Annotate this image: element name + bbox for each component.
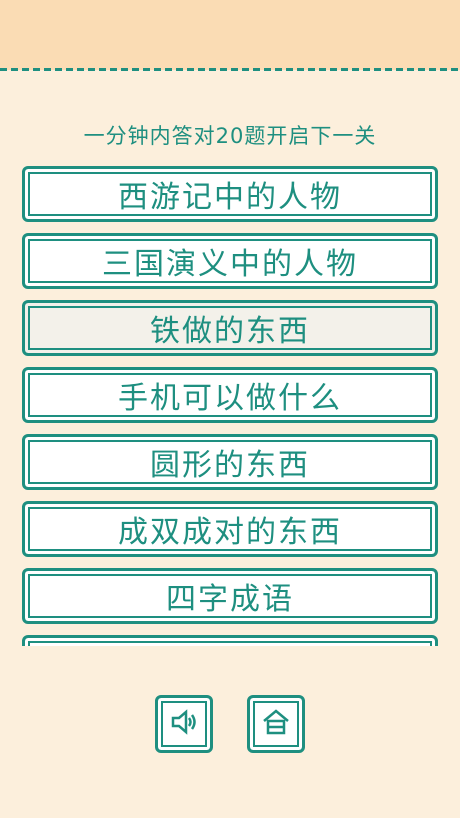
category-button-7-partial[interactable] bbox=[22, 635, 438, 646]
category-label: 三国演义中的人物 bbox=[102, 247, 358, 282]
category-label: 手机可以做什么 bbox=[118, 381, 342, 416]
category-label: 铁做的东西 bbox=[150, 314, 310, 349]
category-list[interactable]: 西游记中的人物 三国演义中的人物 铁做的东西 手机可以做什么 圆形的东西 成双成… bbox=[0, 166, 460, 646]
category-button-4[interactable]: 圆形的东西 bbox=[22, 434, 438, 490]
category-button-0[interactable]: 西游记中的人物 bbox=[22, 166, 438, 222]
category-button-1[interactable]: 三国演义中的人物 bbox=[22, 233, 438, 289]
category-label: 成双成对的东西 bbox=[118, 515, 342, 550]
home-icon bbox=[261, 707, 291, 741]
category-button-6[interactable]: 四字成语 bbox=[22, 568, 438, 624]
category-button-5[interactable]: 成双成对的东西 bbox=[22, 501, 438, 557]
speaker-icon bbox=[169, 707, 199, 741]
category-label: 圆形的东西 bbox=[150, 448, 310, 483]
category-label: 西游记中的人物 bbox=[118, 180, 342, 215]
top-bar bbox=[0, 0, 460, 70]
dashed-divider bbox=[0, 68, 460, 71]
category-label: 四字成语 bbox=[166, 582, 294, 617]
level-instruction: 一分钟内答对20题开启下一关 bbox=[83, 124, 377, 148]
category-button-2[interactable]: 铁做的东西 bbox=[22, 300, 438, 356]
sound-button[interactable] bbox=[155, 695, 213, 753]
category-button-3[interactable]: 手机可以做什么 bbox=[22, 367, 438, 423]
home-button[interactable] bbox=[247, 695, 305, 753]
